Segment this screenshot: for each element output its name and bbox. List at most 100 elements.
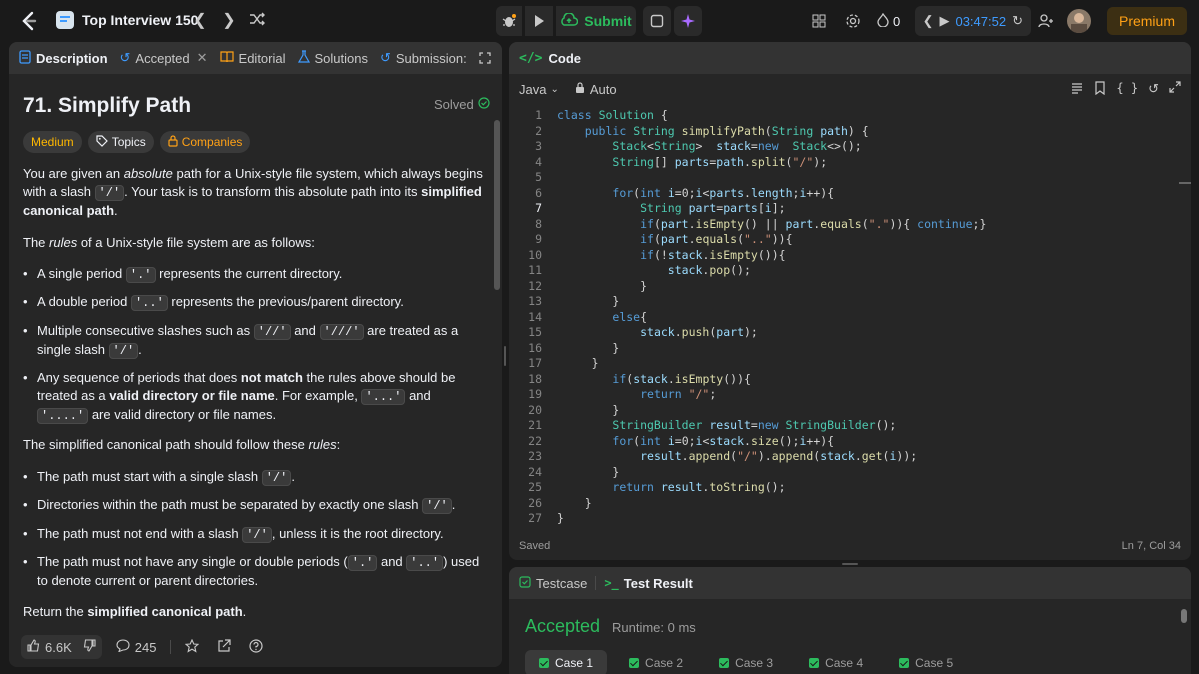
code-line[interactable]: 25 return result.toString();	[509, 480, 1191, 496]
code-line[interactable]: 4 String[] parts=path.split("/");	[509, 155, 1191, 171]
description-panel: Description ↺ Accepted ✕ Editorial Solut…	[9, 42, 502, 667]
bookmark-icon[interactable]	[1094, 81, 1106, 98]
code-line[interactable]: 22 for(int i=0;i<stack.size();i++){	[509, 434, 1191, 450]
code-brackets-icon: </>	[519, 50, 543, 66]
case-tab[interactable]: Case 3	[705, 650, 787, 674]
tab-solutions[interactable]: Solutions	[292, 42, 374, 74]
settings-gear-icon[interactable]	[837, 13, 869, 29]
chevron-down-icon: ⌄	[550, 83, 559, 95]
description-scrollbar[interactable]	[494, 120, 500, 290]
tab-submissions[interactable]: ↺ Submission:	[374, 42, 473, 74]
canonical-rule-item: Directories within the path must be sepa…	[23, 496, 483, 515]
code-line[interactable]: 23 result.append("/").append(stack.get(i…	[509, 449, 1191, 465]
language-select[interactable]: Java ⌄	[519, 82, 559, 97]
code-line[interactable]: 27}	[509, 511, 1191, 527]
code-line[interactable]: 8 if(part.isEmpty() || part.equals("."))…	[509, 217, 1191, 233]
code-line[interactable]: 3 Stack<String> stack=new Stack<>();	[509, 139, 1191, 155]
timer-reset-icon[interactable]: ↻	[1012, 13, 1023, 29]
code-line[interactable]: 13 }	[509, 294, 1191, 310]
run-play-button[interactable]	[525, 6, 553, 36]
debug-bug-icon[interactable]	[496, 6, 522, 36]
comments-button[interactable]: 245	[116, 639, 156, 655]
code-line[interactable]: 17 }	[509, 356, 1191, 372]
star-icon[interactable]	[185, 638, 200, 656]
code-line[interactable]: 26 }	[509, 496, 1191, 512]
layout-grid-icon[interactable]	[801, 14, 837, 28]
case-tab[interactable]: Case 5	[885, 650, 967, 674]
companies-chip[interactable]: Companies	[159, 131, 251, 153]
share-icon[interactable]	[217, 638, 232, 656]
code-line[interactable]: 24 }	[509, 465, 1191, 481]
collapse-panel-chevron-icon[interactable]: ❮	[497, 42, 502, 74]
premium-button[interactable]: Premium	[1106, 7, 1187, 35]
tab-test-result[interactable]: >_ Test Result	[604, 576, 693, 591]
maximize-icon[interactable]	[473, 42, 497, 74]
tab-testcase[interactable]: Testcase	[519, 576, 587, 591]
line-number: 5	[535, 170, 542, 184]
code-line[interactable]: 12 }	[509, 279, 1191, 295]
line-code: }	[557, 511, 564, 525]
shuffle-icon[interactable]	[247, 11, 267, 31]
user-avatar[interactable]	[1066, 9, 1091, 33]
code-line[interactable]: 19 return "/";	[509, 387, 1191, 403]
line-number: 6	[535, 185, 542, 200]
code-line[interactable]: 9 if(part.equals("..")){	[509, 232, 1191, 248]
code-line[interactable]: 16 }	[509, 341, 1191, 357]
lock-icon	[168, 134, 178, 150]
code-line[interactable]: 14 else{	[509, 310, 1191, 326]
code-line[interactable]: 10 if(!stack.isEmpty()){	[509, 248, 1191, 264]
line-number: 22	[528, 433, 542, 448]
submit-button[interactable]: Submit	[556, 6, 636, 36]
result-scrollbar[interactable]	[1181, 609, 1187, 623]
timer-play-icon[interactable]: ▶	[939, 13, 949, 29]
tab-description[interactable]: Description	[9, 42, 114, 74]
next-problem-chevron-icon[interactable]: ❯	[219, 11, 239, 31]
add-user-icon[interactable]	[1031, 13, 1061, 29]
code-line[interactable]: 7 String part=parts[i];	[509, 201, 1191, 217]
code-line[interactable]: 18 if(stack.isEmpty()){	[509, 372, 1191, 388]
panel-resize-handle[interactable]	[842, 563, 858, 565]
format-lines-icon[interactable]	[1070, 81, 1084, 98]
like-button[interactable]: 6.6K	[21, 635, 102, 659]
code-line[interactable]: 2 public String simplifyPath(String path…	[509, 124, 1191, 140]
result-status: Accepted	[525, 616, 601, 636]
line-code: String part=parts[i];	[640, 201, 786, 215]
code-line[interactable]: 5	[509, 170, 1191, 186]
line-code: }	[557, 340, 620, 355]
thumbs-down-icon[interactable]	[83, 639, 96, 655]
autocomplete-mode[interactable]: Auto	[575, 82, 617, 97]
tab-editorial[interactable]: Editorial	[214, 42, 292, 74]
line-number: 1	[535, 108, 542, 122]
code-line[interactable]: 21 StringBuilder result=new StringBuilde…	[509, 418, 1191, 434]
code-line[interactable]: 15 stack.push(part);	[509, 325, 1191, 341]
code-line[interactable]: 1 class Solution {	[509, 108, 1191, 124]
panel-resize-handle[interactable]	[504, 346, 506, 366]
prev-problem-chevron-icon[interactable]: ❮	[190, 11, 210, 31]
code-line[interactable]: 20 }	[509, 403, 1191, 419]
code-editor[interactable]: 1 class Solution {2 public String simplif…	[509, 108, 1191, 528]
ai-sparkle-icon[interactable]	[674, 6, 702, 36]
help-icon[interactable]	[249, 638, 264, 656]
code-line[interactable]: 6 for(int i=0;i<parts.length;i++){	[509, 186, 1191, 202]
fullscreen-icon[interactable]	[1169, 81, 1181, 98]
timer[interactable]: ❮ ▶ 03:47:52 ↻	[914, 6, 1031, 36]
case-tab[interactable]: Case 2	[615, 650, 697, 674]
tab-editorial-label: Editorial	[238, 50, 286, 66]
rule-item: A double period '..' represents the prev…	[23, 293, 483, 312]
streak-counter[interactable]: 0	[869, 12, 909, 30]
problem-title[interactable]: 71. Simplify Path	[23, 94, 191, 118]
line-code: if(stack.isEmpty()){	[612, 371, 751, 386]
tab-accepted[interactable]: ↺ Accepted ✕	[114, 42, 214, 74]
case-tab[interactable]: Case 1	[525, 650, 608, 674]
timer-collapse-chevron-icon[interactable]: ❮	[923, 13, 934, 29]
case-tab[interactable]: Case 4	[795, 650, 877, 674]
leetcode-logo-icon[interactable]	[18, 10, 40, 32]
notes-icon[interactable]	[643, 6, 671, 36]
thumbs-up-icon	[27, 639, 40, 655]
close-tab-icon[interactable]: ✕	[197, 50, 208, 66]
reset-code-icon[interactable]: ↺	[1148, 81, 1159, 98]
code-line[interactable]: 11 stack.pop();	[509, 263, 1191, 279]
braces-icon[interactable]: { }	[1116, 81, 1138, 98]
topics-chip[interactable]: Topics	[87, 131, 154, 153]
problem-list-selector[interactable]: Top Interview 150	[56, 11, 198, 29]
